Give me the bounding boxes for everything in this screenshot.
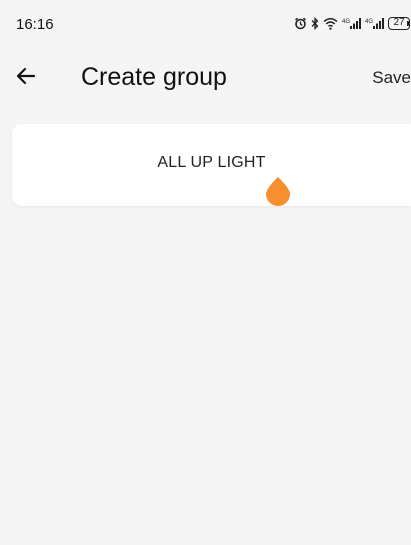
text-cursor-handle[interactable]	[266, 176, 290, 206]
bluetooth-icon	[311, 16, 319, 30]
arrow-left-icon	[14, 64, 38, 93]
signal-icon: 4G	[342, 17, 361, 30]
status-icons: 4G 4G 27	[294, 14, 410, 32]
battery-icon: 27	[388, 16, 410, 30]
signal-icon: 4G	[365, 17, 384, 30]
status-time: 16:16	[16, 16, 54, 33]
create-group-screen: 16:16 4G 4G 27 Create group Save ALL UP …	[0, 0, 411, 545]
svg-text:4G: 4G	[342, 19, 350, 25]
save-button[interactable]: Save	[372, 68, 411, 88]
group-name-card[interactable]: ALL UP LIGHT	[12, 124, 411, 206]
back-button[interactable]	[12, 64, 40, 92]
page-title: Create group	[81, 63, 227, 91]
status-bar: 16:16 4G 4G 27	[0, 0, 411, 52]
wifi-icon	[323, 17, 338, 30]
svg-text:4G: 4G	[365, 19, 373, 25]
group-name-input[interactable]: ALL UP LIGHT	[12, 154, 411, 172]
app-bar: Create group Save	[0, 52, 411, 104]
alarm-icon	[294, 17, 307, 30]
